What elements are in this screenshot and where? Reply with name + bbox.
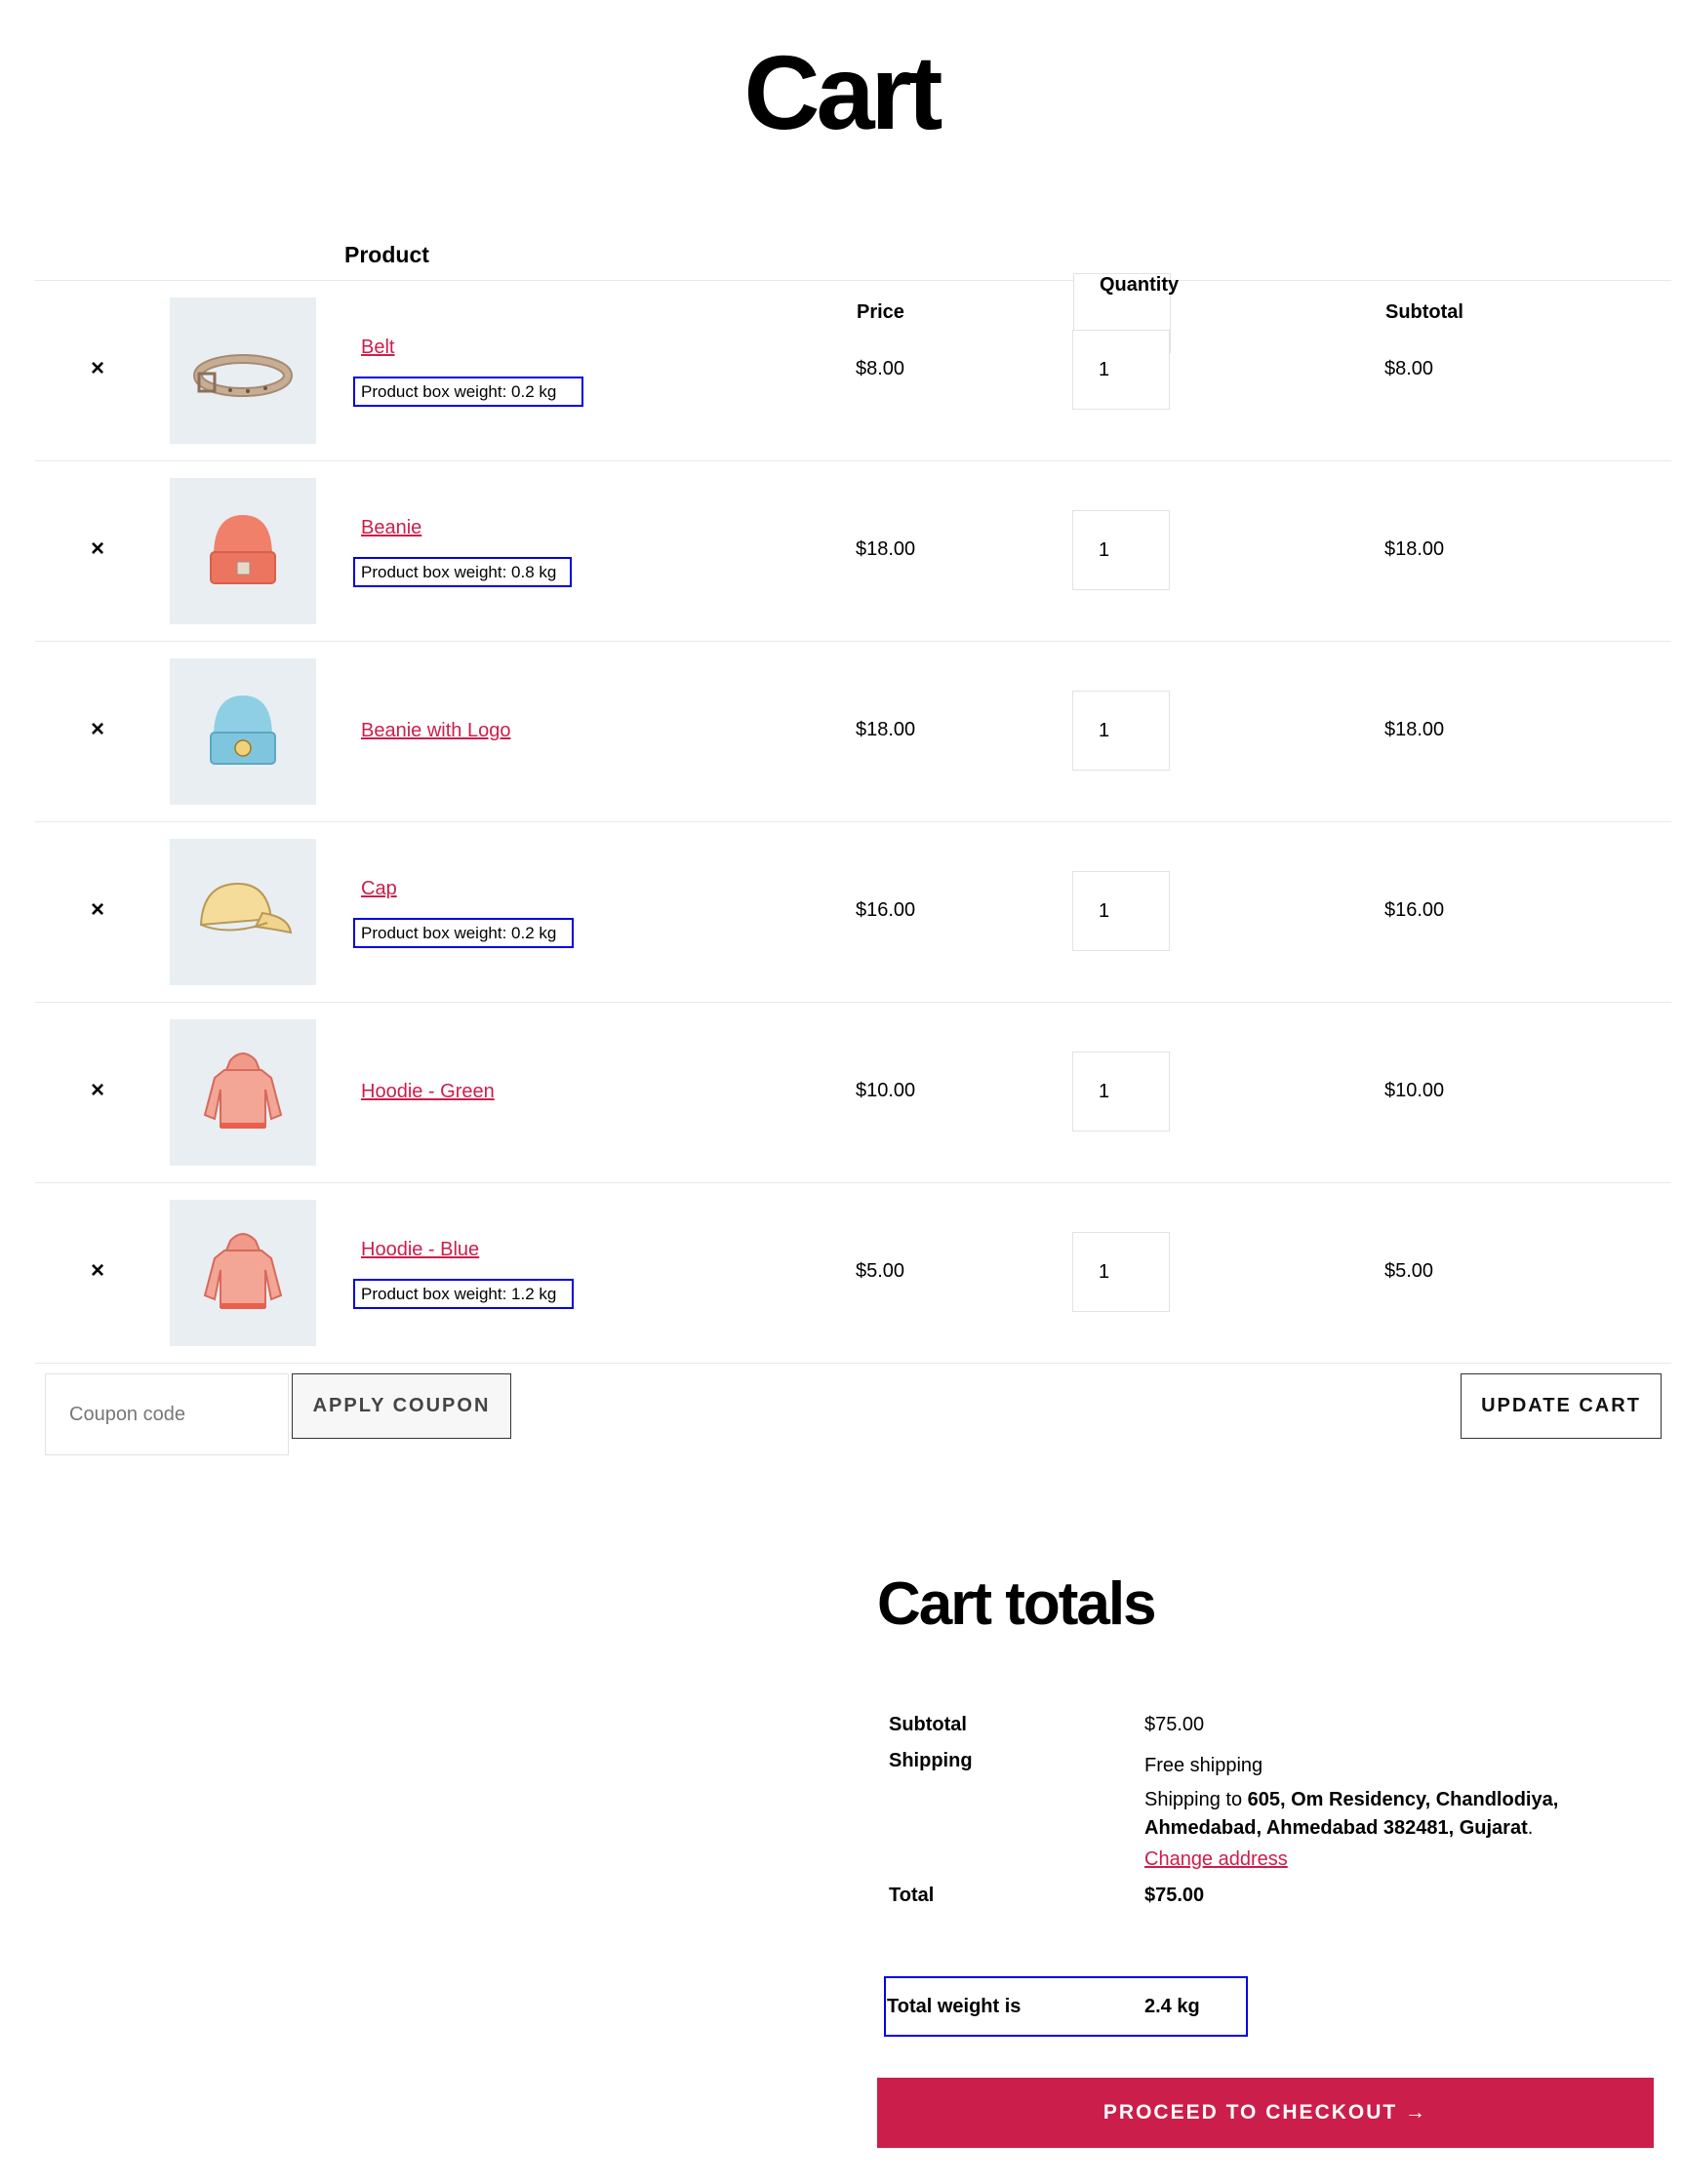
- quantity-input[interactable]: [1072, 330, 1170, 410]
- quantity-input[interactable]: [1072, 691, 1170, 771]
- header-product: Product: [344, 242, 429, 267]
- change-address-link[interactable]: Change address: [1144, 1848, 1288, 1871]
- total-value: $75.00: [1144, 1885, 1205, 1906]
- item-subtotal: $5.00: [1384, 1260, 1434, 1282]
- product-thumbnail[interactable]: [170, 1200, 316, 1346]
- product-weight-label: Product box weight: 0.2 kg: [353, 918, 574, 948]
- cart-actions: APPLY COUPON UPDATE CART: [35, 1364, 1671, 1461]
- quantity-input[interactable]: [1072, 1052, 1170, 1132]
- item-subtotal: $18.00: [1384, 719, 1445, 740]
- item-price: $18.00: [856, 538, 916, 560]
- shipping-destination: Shipping to 605, Om Residency, Chandlodi…: [1144, 1786, 1603, 1843]
- item-price: $8.00: [856, 358, 905, 379]
- cart-totals: Cart totals Subtotal $75.00 Shipping Fre…: [877, 1570, 1658, 2148]
- quantity-input[interactable]: [1072, 871, 1170, 951]
- table-header: Product Price Quantity Subtotal: [35, 224, 1671, 353]
- coupon-input[interactable]: [45, 1373, 289, 1455]
- item-subtotal: $8.00: [1384, 358, 1434, 379]
- hoodie-icon: [203, 1052, 283, 1129]
- total-weight-label: Total weight is: [887, 1996, 1022, 2017]
- table-row: × Hoodie - Green $10.00 $10.00: [35, 1003, 1671, 1183]
- product-link[interactable]: Beanie with Logo: [361, 720, 510, 742]
- total-label: Total: [889, 1885, 935, 1906]
- cart-totals-heading: Cart totals: [877, 1570, 1157, 1638]
- cap-icon: [199, 882, 293, 934]
- item-price: $18.00: [856, 719, 916, 740]
- product-link[interactable]: Beanie: [361, 517, 421, 539]
- table-row: × Hoodie - Blue Product box weight: 1.2 …: [35, 1183, 1671, 1364]
- remove-item-icon[interactable]: ×: [84, 1077, 111, 1104]
- hoodie-icon: [203, 1233, 283, 1309]
- belt-icon: [193, 354, 293, 397]
- remove-item-icon[interactable]: ×: [84, 716, 111, 743]
- product-thumbnail[interactable]: [170, 298, 316, 444]
- item-price: $10.00: [856, 1080, 916, 1101]
- update-cart-button[interactable]: UPDATE CART: [1461, 1373, 1662, 1439]
- item-subtotal: $18.00: [1384, 538, 1445, 560]
- proceed-to-checkout-button[interactable]: PROCEED TO CHECKOUT →: [877, 2078, 1654, 2148]
- table-row: × Beanie Product box weight: 0.8 kg $18.…: [35, 461, 1671, 642]
- product-thumbnail[interactable]: [170, 1019, 316, 1166]
- shipping-to-suffix: .: [1527, 1817, 1534, 1839]
- subtotal-label: Subtotal: [889, 1714, 967, 1735]
- table-row: × Cap Product box weight: 0.2 kg $16.00 …: [35, 822, 1671, 1003]
- remove-item-icon[interactable]: ×: [84, 896, 111, 924]
- item-price: $16.00: [856, 899, 916, 921]
- item-price: $5.00: [856, 1260, 905, 1282]
- table-row: × Belt Product box weight: 0.2 kg $8.00 …: [35, 281, 1671, 461]
- product-weight-label: Product box weight: 0.2 kg: [353, 377, 583, 407]
- product-thumbnail[interactable]: [170, 658, 316, 805]
- beanie-icon: [210, 515, 276, 584]
- remove-item-icon[interactable]: ×: [84, 355, 111, 382]
- product-link[interactable]: Cap: [361, 878, 397, 900]
- shipping-method: Free shipping: [1144, 1755, 1263, 1776]
- product-thumbnail[interactable]: [170, 839, 316, 985]
- beanie-logo-icon: [210, 695, 276, 765]
- remove-item-icon[interactable]: ×: [84, 1257, 111, 1285]
- item-subtotal: $16.00: [1384, 899, 1445, 921]
- remove-item-icon[interactable]: ×: [84, 536, 111, 563]
- cart-table: Product Price Quantity Subtotal × Belt P…: [35, 224, 1671, 1461]
- product-link[interactable]: Belt: [361, 337, 394, 359]
- product-link[interactable]: Hoodie - Green: [361, 1081, 495, 1103]
- product-thumbnail[interactable]: [170, 478, 316, 624]
- item-subtotal: $10.00: [1384, 1080, 1445, 1101]
- product-link[interactable]: Hoodie - Blue: [361, 1239, 479, 1261]
- quantity-input[interactable]: [1072, 510, 1170, 590]
- shipping-to-prefix: Shipping to: [1144, 1789, 1248, 1810]
- apply-coupon-button[interactable]: APPLY COUPON: [292, 1373, 511, 1439]
- shipping-label: Shipping: [889, 1750, 973, 1771]
- product-weight-label: Product box weight: 1.2 kg: [353, 1279, 574, 1309]
- subtotal-value: $75.00: [1144, 1714, 1205, 1735]
- product-weight-label: Product box weight: 0.8 kg: [353, 557, 572, 587]
- page-title: Cart: [743, 33, 942, 151]
- table-row: × Beanie with Logo $18.00 $18.00: [35, 642, 1671, 822]
- quantity-input[interactable]: [1072, 1232, 1170, 1312]
- total-weight-value: 2.4 kg: [1144, 1996, 1200, 2017]
